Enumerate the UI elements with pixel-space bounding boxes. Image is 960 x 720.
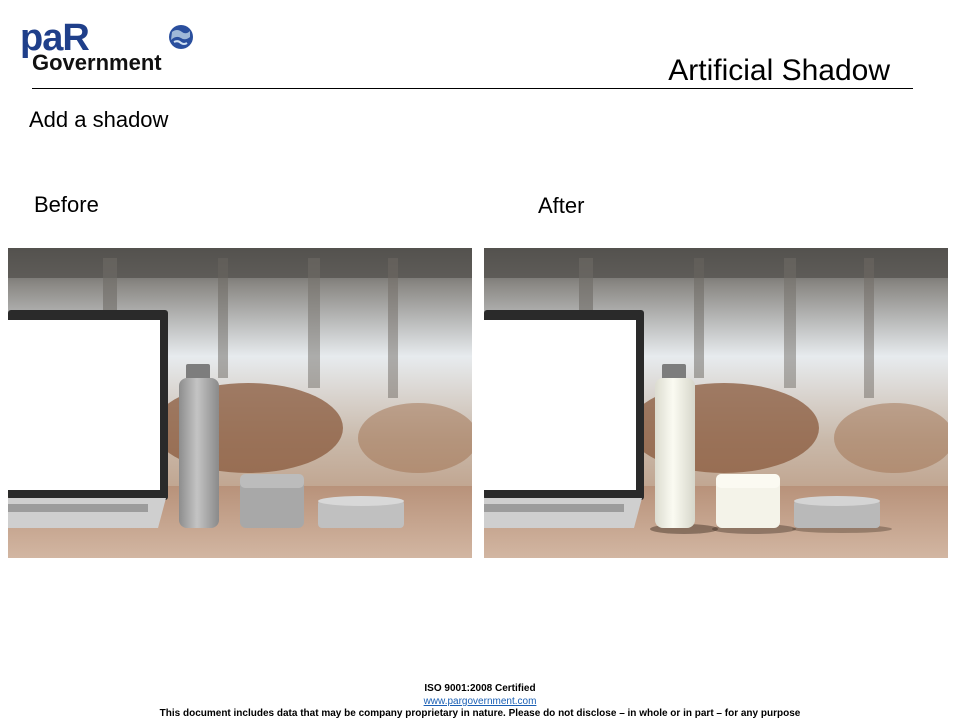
slide-title: Artificial Shadow bbox=[668, 54, 890, 87]
par-government-logo: paR Government bbox=[20, 17, 200, 75]
after-image bbox=[484, 248, 948, 558]
globe-icon bbox=[169, 25, 193, 49]
before-image bbox=[8, 248, 472, 558]
title-divider bbox=[32, 88, 913, 89]
logo-tagline: Government bbox=[32, 50, 162, 75]
proprietary-notice: This document includes data that may be … bbox=[159, 708, 801, 719]
iso-certification: ISO 9001:2008 Certified bbox=[424, 683, 536, 694]
after-label: After bbox=[538, 193, 585, 218]
before-label: Before bbox=[34, 192, 99, 217]
slide-subtitle: Add a shadow bbox=[29, 107, 169, 132]
